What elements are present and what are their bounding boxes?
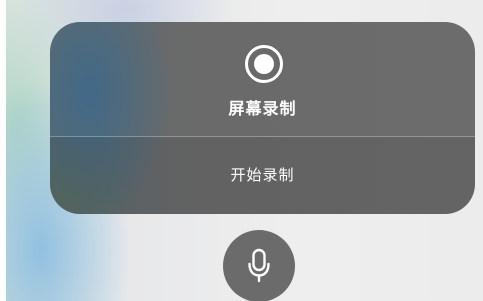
record-icon <box>245 45 283 83</box>
microphone-button[interactable] <box>223 230 295 301</box>
screen-recording-header: 屏幕录制 <box>50 22 475 136</box>
start-recording-label: 开始录制 <box>230 166 295 184</box>
microphone-icon <box>248 248 270 283</box>
screen-recording-panel: 屏幕录制 开始录制 <box>50 22 475 214</box>
control-center-background: 屏幕录制 开始录制 <box>6 0 483 301</box>
panel-title: 屏幕录制 <box>228 99 297 118</box>
start-recording-button[interactable]: 开始录制 <box>50 137 475 214</box>
